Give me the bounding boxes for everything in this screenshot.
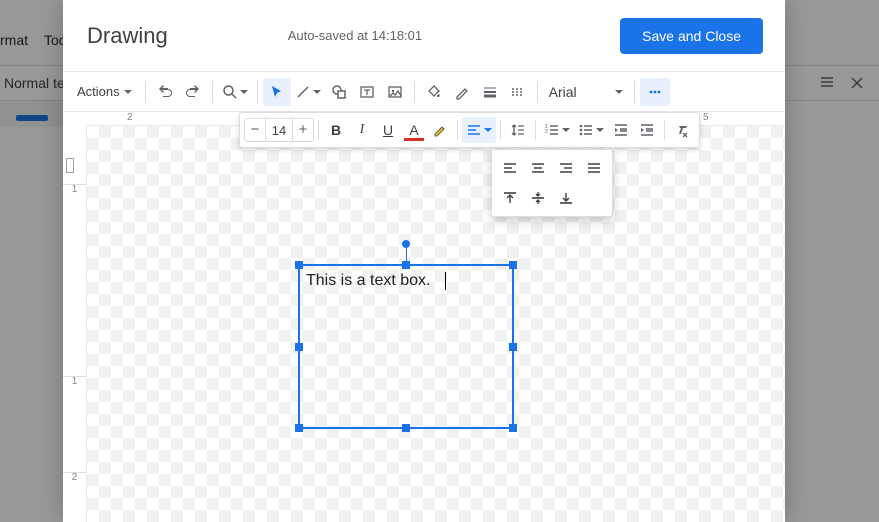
autosave-status: Auto-saved at 14:18:01 (168, 28, 620, 43)
rotation-handle-line (406, 248, 407, 262)
ruler-tick: 1 (63, 376, 86, 387)
clear-formatting-button[interactable] (669, 117, 695, 143)
ruler-tick: 2 (127, 112, 133, 123)
line-tool-button[interactable] (291, 78, 325, 106)
textbox-content[interactable]: This is a text box. (306, 272, 431, 290)
resize-handle-se[interactable] (509, 424, 517, 432)
highlight-color-button[interactable] (427, 117, 453, 143)
ruler-tick: 2 (63, 472, 86, 483)
select-tool-button[interactable] (263, 78, 291, 106)
svg-text:2: 2 (545, 129, 548, 135)
chevron-down-icon (615, 90, 623, 94)
bg-shade-left (0, 0, 63, 522)
font-size-input[interactable] (265, 119, 293, 141)
selected-textbox[interactable]: This is a text box. (298, 264, 514, 429)
numbered-list-button[interactable]: 12 (540, 117, 574, 143)
align-center-button[interactable] (526, 156, 550, 180)
border-color-button[interactable] (448, 78, 476, 106)
undo-button[interactable] (151, 78, 179, 106)
align-justify-button[interactable] (582, 156, 606, 180)
fill-color-button[interactable] (420, 78, 448, 106)
align-top-button[interactable] (498, 186, 522, 210)
decrease-indent-button[interactable] (608, 117, 634, 143)
redo-button[interactable] (179, 78, 207, 106)
font-family-selector[interactable]: Arial (543, 84, 629, 100)
rotation-handle[interactable] (402, 240, 410, 248)
modal-title: Drawing (87, 23, 168, 49)
decrease-font-size-button[interactable]: − (245, 119, 265, 141)
chevron-down-icon (313, 90, 321, 94)
text-cursor (445, 272, 446, 290)
align-left-button[interactable] (498, 156, 522, 180)
drawing-toolbar: Actions (63, 72, 785, 112)
resize-handle-sw[interactable] (295, 424, 303, 432)
align-right-button[interactable] (554, 156, 578, 180)
textbox-tool-button[interactable] (353, 78, 381, 106)
chevron-down-icon (484, 128, 492, 132)
align-middle-button[interactable] (526, 186, 550, 210)
chevron-down-icon (124, 90, 132, 94)
resize-handle-w[interactable] (295, 343, 303, 351)
modal-header: Drawing Auto-saved at 14:18:01 Save and … (63, 0, 785, 72)
align-button[interactable] (462, 117, 496, 143)
image-tool-button[interactable] (381, 78, 409, 106)
bg-shade-right (785, 0, 879, 522)
drawing-canvas[interactable]: This is a text box. (87, 126, 785, 522)
chevron-down-icon (240, 90, 248, 94)
text-format-toolbar: − + B I U A 12 (239, 112, 700, 148)
bulleted-list-button[interactable] (574, 117, 608, 143)
resize-handle-nw[interactable] (295, 261, 303, 269)
font-size-control: − + (244, 118, 314, 142)
ruler-tick: 5 (703, 112, 709, 123)
chevron-down-icon (562, 128, 570, 132)
resize-handle-ne[interactable] (509, 261, 517, 269)
text-color-button[interactable]: A (401, 117, 427, 143)
resize-handle-e[interactable] (509, 343, 517, 351)
drawing-modal: Drawing Auto-saved at 14:18:01 Save and … (63, 0, 785, 522)
ruler-vertical: 1 1 2 (63, 126, 87, 522)
ruler-tick: 1 (63, 184, 86, 195)
underline-button[interactable]: U (375, 117, 401, 143)
border-dash-button[interactable] (504, 78, 532, 106)
actions-label: Actions (77, 84, 120, 99)
align-popover (491, 149, 613, 217)
border-weight-button[interactable] (476, 78, 504, 106)
zoom-button[interactable] (218, 78, 252, 106)
font-family-value: Arial (549, 84, 577, 100)
more-options-button[interactable] (640, 78, 670, 106)
shape-tool-button[interactable] (325, 78, 353, 106)
save-and-close-button[interactable]: Save and Close (620, 18, 763, 54)
align-bottom-button[interactable] (554, 186, 578, 210)
resize-handle-s[interactable] (402, 424, 410, 432)
actions-menu-button[interactable]: Actions (69, 80, 140, 103)
bold-button[interactable]: B (323, 117, 349, 143)
increase-indent-button[interactable] (634, 117, 660, 143)
italic-button[interactable]: I (349, 117, 375, 143)
line-spacing-button[interactable] (505, 117, 531, 143)
indent-marker[interactable] (66, 158, 74, 173)
chevron-down-icon (596, 128, 604, 132)
resize-handle-n[interactable] (402, 261, 410, 269)
increase-font-size-button[interactable]: + (293, 119, 313, 141)
